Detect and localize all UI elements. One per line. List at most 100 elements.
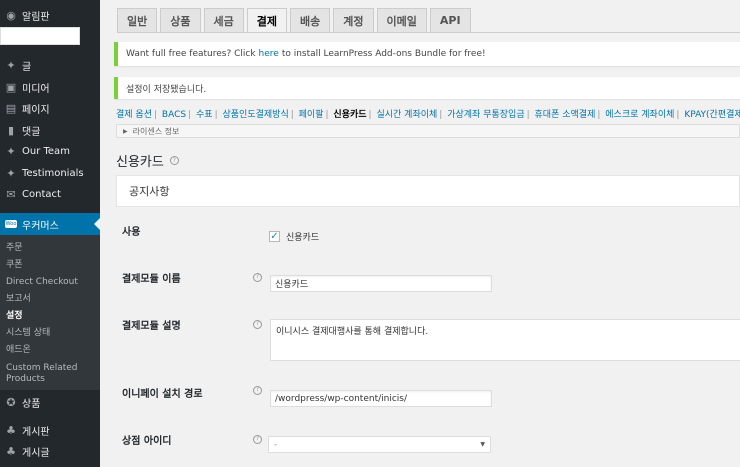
install-path-label: 이니페이 설치 경로 <box>122 389 203 400</box>
media-icon: ▣ <box>5 81 17 94</box>
help-icon[interactable]: ? <box>253 434 262 444</box>
subnav-bacs[interactable]: BACS <box>162 110 186 120</box>
help-icon[interactable]: ? <box>253 319 262 329</box>
post-icon: ♣ <box>6 445 16 458</box>
notice-text: Want full free features? Click <box>126 49 256 59</box>
help-icon[interactable]: ? <box>253 385 262 395</box>
board-icon: ♣ <box>6 424 16 437</box>
subnav-checkout-options[interactable]: 결제 옵션 <box>116 110 152 120</box>
help-icon[interactable]: ? <box>169 156 179 165</box>
learnpress-notice: Want full free features? Click here to i… <box>114 42 740 66</box>
tab-shipping[interactable]: 배송 <box>290 8 331 32</box>
notice-text: 설정이 저장됐습니다. <box>126 84 207 95</box>
install-path-input[interactable]: /wordpress/wp-content/inicis/ <box>270 390 492 407</box>
sidebar-item-label: 게시글 <box>22 448 50 459</box>
tab-checkout[interactable]: 결제 <box>246 8 287 32</box>
admin-sidebar: ◉ 알림판 ✦ 글 ▣ 미디어 ▤ 페이지 ▮ 댓글 ✦ Our Team ✦ … <box>0 0 100 467</box>
settings-tabs: 일반 상품 세금 결제 배송 계정 이메일 API <box>117 8 471 32</box>
sidebar-item-board[interactable]: ♣ 게시판 <box>0 420 100 441</box>
tab-accounts[interactable]: 계정 <box>333 8 374 32</box>
sidebar-item-label: 상품 <box>22 399 41 410</box>
sidebar-item-label: 댓글 <box>22 127 41 138</box>
install-addons-link[interactable]: here <box>259 49 279 59</box>
subnav-paypal[interactable]: 페이팔 <box>299 110 324 120</box>
sidebar-item-contact[interactable]: ✉ Contact <box>0 184 100 205</box>
submenu-item-reports[interactable]: 보고서 <box>6 294 31 305</box>
title-input[interactable]: 신용카드 <box>270 275 492 292</box>
subnav-cheque[interactable]: 수표 <box>196 110 213 120</box>
help-icon[interactable]: ? <box>253 272 262 282</box>
sidebar-item-label: Our Team <box>22 146 70 157</box>
subnav-cod[interactable]: 상품인도결제방식 <box>222 110 288 120</box>
merchant-id-select[interactable]: - ▼ <box>268 436 491 453</box>
sidebar-item-woocommerce[interactable]: Woo 우커머스 <box>0 213 100 235</box>
tab-api[interactable]: API <box>429 8 471 32</box>
merchant-id-selected: - <box>274 439 278 450</box>
notice-box-title: 공지사항 <box>129 185 170 198</box>
sidebar-item-label: 게시판 <box>22 427 50 438</box>
pushpin-icon: ✦ <box>6 59 16 72</box>
pushpin-icon: ✦ <box>6 167 16 180</box>
comment-icon: ▮ <box>7 124 15 137</box>
dashboard-icon: ◉ <box>6 9 16 22</box>
description-textarea[interactable]: 이니시스 결제대행사를 통해 결제합니다. <box>270 319 740 361</box>
submenu-item-orders[interactable]: 주문 <box>6 243 23 254</box>
subnav-realtime-transfer[interactable]: 실시간 계좌이체 <box>376 110 437 120</box>
sidebar-item-products[interactable]: ✪ 상품 <box>0 392 100 413</box>
sidebar-item-comments[interactable]: ▮ 댓글 <box>0 120 100 141</box>
tab-email[interactable]: 이메일 <box>376 8 427 32</box>
notice-box: 공지사항 <box>116 175 740 207</box>
section-title-text: 신용카드 <box>116 155 164 170</box>
current-menu-arrow <box>94 218 100 230</box>
sidebar-item-dashboard[interactable]: ◉ 알림판 <box>0 5 100 26</box>
subnav-credit-card[interactable]: 신용카드 <box>333 110 366 120</box>
sidebar-item-label: 우커머스 <box>22 220 59 232</box>
sidebar-item-label: 페이지 <box>22 105 50 116</box>
pushpin-icon: ✦ <box>6 145 16 158</box>
subnav-virtual-account[interactable]: 가상계좌 무통장입금 <box>447 110 524 120</box>
chevron-down-icon: ▼ <box>480 441 485 448</box>
subnav-mobile-payment[interactable]: 휴대폰 소액결제 <box>535 110 596 120</box>
sidebar-item-media[interactable]: ▣ 미디어 <box>0 77 100 98</box>
description-label: 결제모듈 설명 <box>122 321 181 332</box>
enable-checkbox-row[interactable]: ✓ 신용카드 <box>269 230 319 243</box>
submenu-item-system-status[interactable]: 시스템 상태 <box>6 328 50 339</box>
submenu-item-settings[interactable]: 설정 <box>6 311 23 322</box>
submenu-item-direct-checkout[interactable]: Direct Checkout <box>6 277 78 288</box>
enable-label: 사용 <box>122 227 141 238</box>
sidebar-item-label: 알림판 <box>22 12 50 23</box>
sidebar-item-our-team[interactable]: ✦ Our Team <box>0 141 100 162</box>
sidebar-item-board-posts[interactable]: ♣ 게시글 <box>0 441 100 462</box>
submenu-item-custom-related-products[interactable]: Custom Related Products <box>6 363 96 385</box>
merchant-id-label: 상점 아이디 <box>122 436 172 447</box>
product-icon: ✪ <box>6 396 16 409</box>
subnav-escrow-transfer[interactable]: 에스크로 계좌이체 <box>605 110 674 120</box>
sidebar-item-testimonials[interactable]: ✦ Testimonials <box>0 163 100 184</box>
sidebar-search-input[interactable] <box>0 27 80 45</box>
subnav-kpay[interactable]: KPAY(간편결제) <box>684 110 740 120</box>
section-title: 신용카드 ? <box>116 151 179 170</box>
checkout-subnav: 결제 옵션 | BACS | 수표 | 상품인도결제방식 | 페이팔 | 신용카드 | 실시… <box>116 107 740 120</box>
submenu-item-coupons[interactable]: 쿠폰 <box>6 260 23 271</box>
license-info-label: 라이센스 정보 <box>132 126 180 136</box>
tab-general[interactable]: 일반 <box>117 8 158 32</box>
title-label: 결제모듈 이름 <box>122 274 181 285</box>
sidebar-item-label: Testimonials <box>22 168 84 179</box>
sidebar-item-label: 글 <box>22 62 32 73</box>
mail-icon: ✉ <box>6 188 16 201</box>
sidebar-item-pages[interactable]: ▤ 페이지 <box>0 98 100 119</box>
triangle-right-icon: ▶ <box>123 127 128 135</box>
settings-saved-notice: 설정이 저장됐습니다. <box>114 77 740 99</box>
submenu-item-addons[interactable]: 애드온 <box>6 345 31 356</box>
tab-tax[interactable]: 세금 <box>203 8 244 32</box>
sidebar-item-posts[interactable]: ✦ 글 <box>0 55 100 76</box>
tab-divider <box>117 32 740 33</box>
sidebar-item-label: 미디어 <box>22 84 50 95</box>
tab-products[interactable]: 상품 <box>160 8 201 32</box>
sidebar-item-label: Contact <box>22 189 61 200</box>
notice-text: to install LearnPress Add-ons Bundle for… <box>281 49 486 59</box>
woocommerce-icon: Woo <box>5 220 17 228</box>
license-info-toggle[interactable]: ▶ 라이센스 정보 <box>116 124 740 138</box>
enable-checkbox-label: 신용카드 <box>286 233 320 243</box>
enable-checkbox[interactable]: ✓ <box>269 231 280 242</box>
